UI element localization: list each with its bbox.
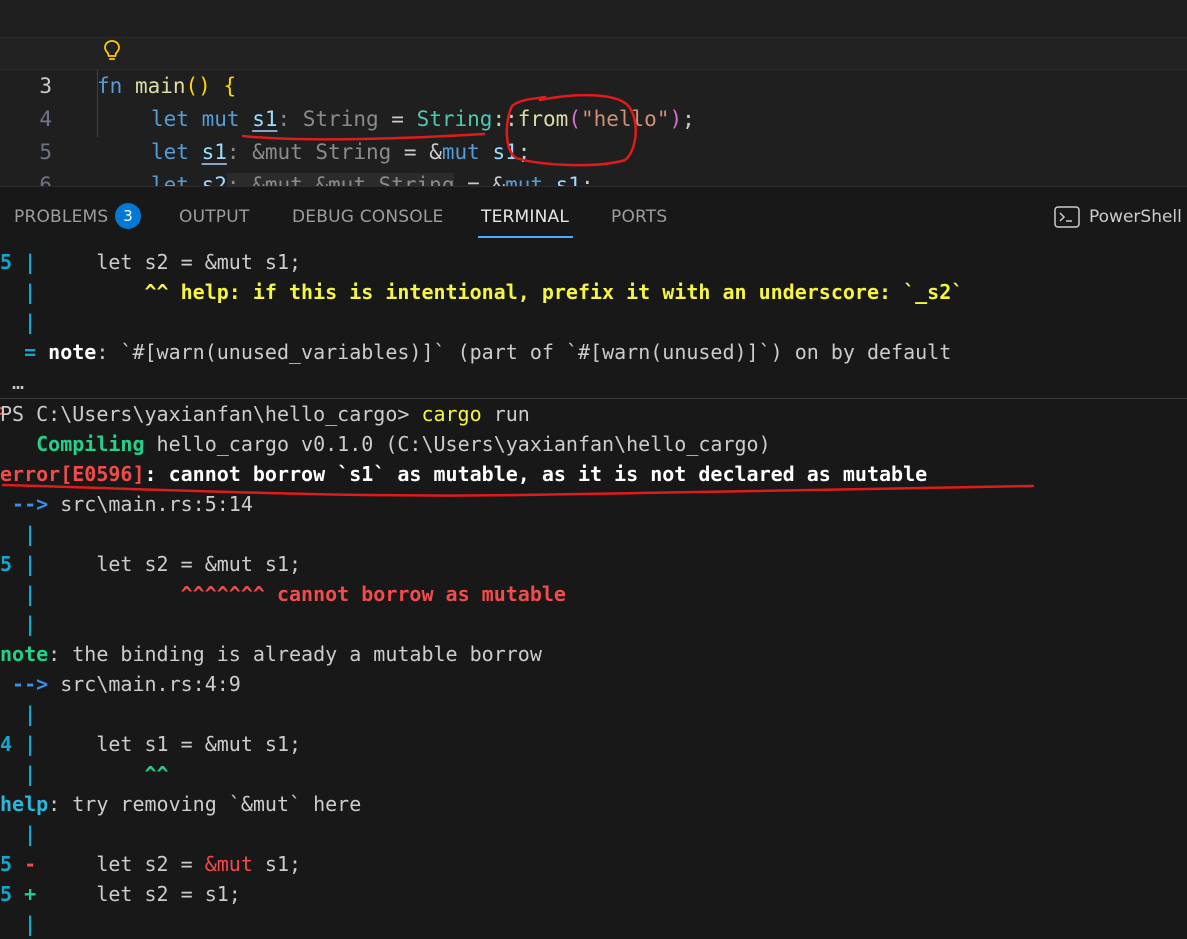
tab-debug-console[interactable]: DEBUG CONSOLE <box>292 207 443 227</box>
terminal-line: | ^^ help: if this is intentional, prefi… <box>0 280 964 304</box>
lightbulb-icon[interactable] <box>103 39 121 63</box>
terminal-line: | <box>0 612 37 636</box>
shell-selector[interactable]: PowerShell <box>1089 207 1182 227</box>
editor-line[interactable]: 2 fn main() { <box>0 4 1187 98</box>
terminal-line: 5 + let s2 = s1; <box>0 882 241 906</box>
terminal-line: --> src\main.rs:4:9 <box>0 672 241 696</box>
problems-count-badge: 3 <box>115 203 141 229</box>
tab-terminal[interactable]: TERMINAL <box>481 207 569 227</box>
editor-line[interactable]: 6 } <box>0 136 1187 186</box>
terminal-line: --> src\main.rs:5:14 <box>0 492 253 516</box>
terminal-line: note: the binding is already a mutable b… <box>0 642 542 666</box>
bottom-panel: PROBLEMS 3 OUTPUT DEBUG CONSOLE TERMINAL… <box>0 186 1187 936</box>
terminal-line: | <box>0 822 37 846</box>
terminal-line: | <box>0 702 37 726</box>
tab-output[interactable]: OUTPUT <box>179 207 250 227</box>
code-editor[interactable]: 2 fn main() { 3 let mut s1: String = Str… <box>0 0 1187 186</box>
terminal-line: | <box>0 522 37 546</box>
active-tab-indicator <box>478 236 573 238</box>
editor-line[interactable]: 5 let s2: &mut &mut String = &mut s1; <box>0 103 1187 186</box>
editor-line[interactable]: 7 <box>0 169 1187 186</box>
terminal-line: 5 - let s2 = &mut s1; <box>0 852 302 876</box>
terminal-line: | ^^^^^^^ cannot borrow as mutable <box>0 582 566 606</box>
editor-line-active[interactable]: 3 let mut s1: String = String::from("hel… <box>0 37 1187 131</box>
terminal-line: | ^^ <box>0 762 169 786</box>
terminal-line: PS C:\Users\yaxianfan\hello_cargo> cargo… <box>0 402 530 426</box>
terminal-line: = note: `#[warn(unused_variables)]` (par… <box>0 340 952 364</box>
terminal-icon <box>1054 206 1080 228</box>
terminal-line: help: try removing `&mut` here <box>0 792 362 816</box>
terminal-line: 4 | let s1 = &mut s1; <box>0 732 302 756</box>
editor-line[interactable]: 4 let s1: &mut String = &mut s1; <box>0 70 1187 164</box>
terminal-line: Compiling hello_cargo v0.1.0 (C:\Users\y… <box>0 432 771 456</box>
terminal-line: 5 | let s2 = &mut s1; <box>0 552 302 576</box>
panel-tabs: PROBLEMS 3 OUTPUT DEBUG CONSOLE TERMINAL… <box>0 187 1187 247</box>
tab-ports[interactable]: PORTS <box>611 207 667 227</box>
terminal-line: 5 | let s2 = &mut s1; <box>0 250 302 274</box>
terminal-line: | <box>0 912 37 936</box>
terminal-line: error[E0596]: cannot borrow `s1` as muta… <box>0 462 928 486</box>
terminal-line: … <box>0 370 25 394</box>
tab-problems[interactable]: PROBLEMS <box>14 207 108 227</box>
terminal-line: | <box>0 310 37 334</box>
